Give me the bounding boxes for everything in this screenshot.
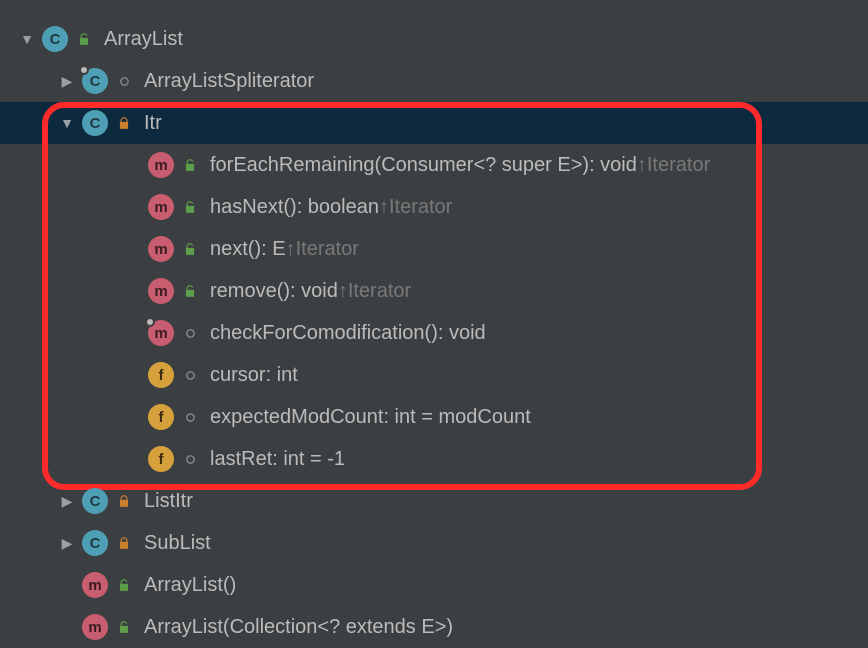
member-label: ArrayListSpliterator <box>144 70 314 93</box>
tree-row[interactable]: ▶forEachRemaining(Consumer<? super E>): … <box>0 144 868 186</box>
member-label: SubList <box>144 532 211 555</box>
package-visibility-icon <box>182 325 198 341</box>
final-marker-icon <box>145 317 155 327</box>
tree-row[interactable]: ▶ SubList <box>0 522 868 564</box>
method-icon <box>148 278 174 304</box>
member-label: ArrayList() <box>144 574 236 597</box>
tree-row[interactable]: ▼ Itr <box>0 102 868 144</box>
tree-row[interactable]: ▶expectedModCount: int = modCount <box>0 396 868 438</box>
chevron-right-icon[interactable]: ▶ <box>58 73 76 90</box>
member-label: next(): E <box>210 238 286 261</box>
tree-row[interactable]: ▶next(): E ↑Iterator <box>0 228 868 270</box>
field-icon <box>148 404 174 430</box>
method-icon <box>148 236 174 262</box>
chevron-right-icon[interactable]: ▶ <box>58 535 76 552</box>
tree-row[interactable]: ▶checkForComodification(): void <box>0 312 868 354</box>
member-label: cursor: int <box>210 364 298 387</box>
class-icon <box>82 68 108 94</box>
public-visibility-icon <box>76 31 92 47</box>
inherited-from-label: ↑Iterator <box>338 280 411 303</box>
private-visibility-icon <box>116 535 132 551</box>
public-visibility-icon <box>182 157 198 173</box>
method-icon <box>148 152 174 178</box>
member-label: remove(): void <box>210 280 338 303</box>
package-visibility-icon <box>182 451 198 467</box>
public-visibility-icon <box>182 283 198 299</box>
field-icon <box>148 362 174 388</box>
member-label: lastRet: int = -1 <box>210 448 345 471</box>
chevron-down-icon[interactable]: ▼ <box>58 115 76 131</box>
tree-row[interactable]: ▶ ArrayListSpliterator <box>0 60 868 102</box>
tree-row[interactable]: ▶ ListItr <box>0 480 868 522</box>
class-icon <box>82 530 108 556</box>
structure-tree: ▼ArrayList▶ArrayListSpliterator▼Itr▶forE… <box>0 18 868 648</box>
class-icon <box>42 26 68 52</box>
class-icon <box>82 488 108 514</box>
inherited-from-label: ↑Iterator <box>379 196 452 219</box>
method-icon <box>148 320 174 346</box>
chevron-right-icon[interactable]: ▶ <box>58 493 76 510</box>
field-icon <box>148 446 174 472</box>
tree-row[interactable]: ▶hasNext(): boolean ↑Iterator <box>0 186 868 228</box>
private-visibility-icon <box>116 115 132 131</box>
member-label: expectedModCount: int = modCount <box>210 406 531 429</box>
method-icon <box>148 194 174 220</box>
method-icon <box>82 572 108 598</box>
chevron-down-icon[interactable]: ▼ <box>18 31 36 47</box>
package-visibility-icon <box>182 409 198 425</box>
package-visibility-icon <box>182 367 198 383</box>
member-label: ArrayList <box>104 28 183 51</box>
public-visibility-icon <box>182 199 198 215</box>
inherited-from-label: ↑Iterator <box>286 238 359 261</box>
member-label: forEachRemaining(Consumer<? super E>): v… <box>210 154 637 177</box>
package-visibility-icon <box>116 73 132 89</box>
public-visibility-icon <box>116 577 132 593</box>
member-label: hasNext(): boolean <box>210 196 379 219</box>
tree-row[interactable]: ▶cursor: int <box>0 354 868 396</box>
member-label: ArrayList(Collection<? extends E>) <box>144 616 453 639</box>
public-visibility-icon <box>116 619 132 635</box>
tree-row[interactable]: ▶ArrayList(Collection<? extends E>) <box>0 606 868 648</box>
member-label: Itr <box>144 112 162 135</box>
tree-row[interactable]: ▶ArrayList() <box>0 564 868 606</box>
public-visibility-icon <box>182 241 198 257</box>
class-icon <box>82 110 108 136</box>
final-marker-icon <box>79 65 89 75</box>
member-label: ListItr <box>144 490 193 513</box>
member-label: checkForComodification(): void <box>210 322 486 345</box>
tree-row[interactable]: ▶remove(): void ↑Iterator <box>0 270 868 312</box>
tree-row[interactable]: ▼ ArrayList <box>0 18 868 60</box>
inherited-from-label: ↑Iterator <box>637 154 710 177</box>
private-visibility-icon <box>116 493 132 509</box>
method-icon <box>82 614 108 640</box>
tree-row[interactable]: ▶lastRet: int = -1 <box>0 438 868 480</box>
